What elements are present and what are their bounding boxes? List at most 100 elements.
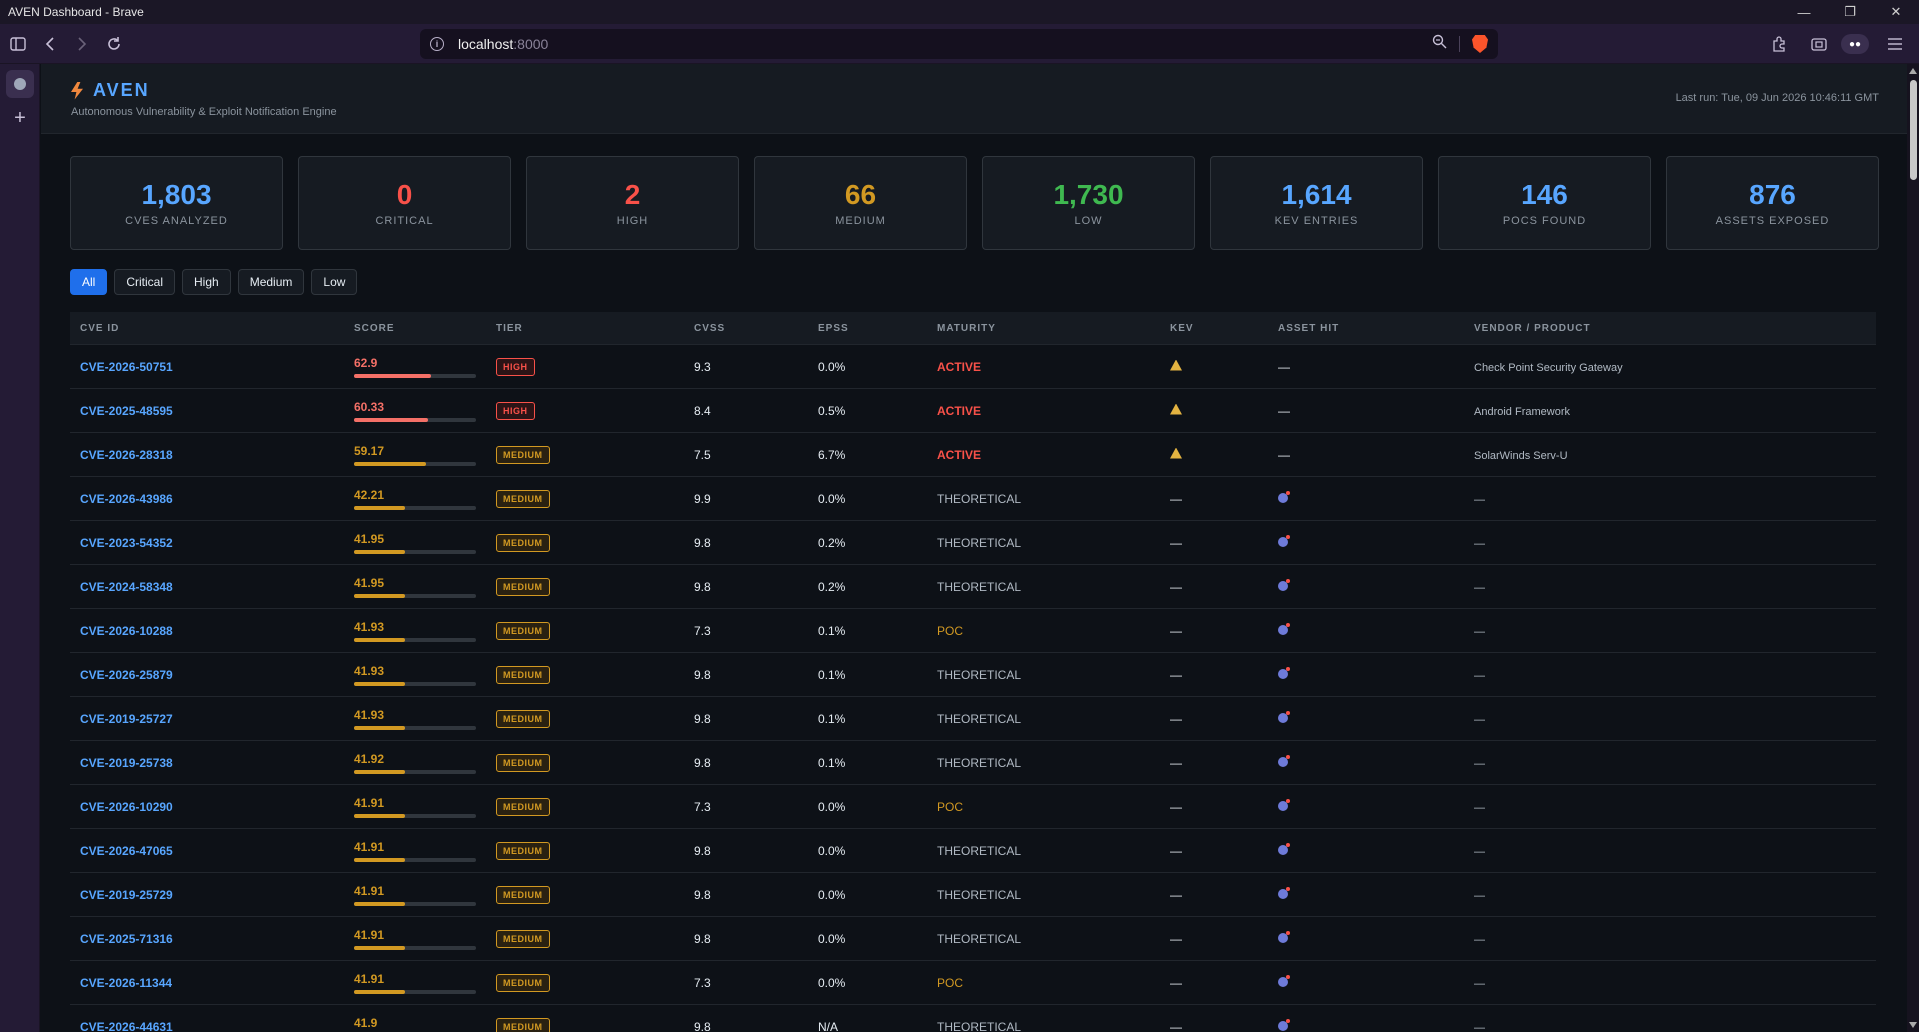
- last-run: Last run: Tue, 09 Jun 2026 10:46:11 GMT: [1675, 92, 1879, 104]
- tier-badge: MEDIUM: [496, 666, 550, 684]
- close-icon[interactable]: ✕: [1873, 0, 1919, 24]
- vertical-tab-aven[interactable]: [6, 70, 34, 98]
- cve-id-link[interactable]: CVE-2026-50751: [80, 360, 173, 374]
- table-row[interactable]: CVE-2026-25879 41.93 MEDIUM 9.8 0.1% THEORETI…: [70, 653, 1876, 697]
- restore-icon[interactable]: ❐: [1827, 0, 1873, 24]
- filter-critical-button[interactable]: Critical: [114, 269, 176, 295]
- wallet-icon[interactable]: ●●: [1841, 34, 1869, 54]
- table-row[interactable]: CVE-2026-43986 42.21 MEDIUM 9.9 0.0% THEORETI…: [70, 477, 1876, 521]
- table-row[interactable]: CVE-2019-25738 41.92 MEDIUM 9.8 0.1% THEORETI…: [70, 741, 1876, 785]
- cve-id-link[interactable]: CVE-2026-25879: [80, 668, 173, 682]
- table-row[interactable]: CVE-2026-47065 41.91 MEDIUM 9.8 0.0% THEORETI…: [70, 829, 1876, 873]
- table-row[interactable]: CVE-2025-48595 60.33 HIGH 8.4 0.5% ACTIVE — And…: [70, 389, 1876, 433]
- maturity-label: ACTIVE: [937, 403, 982, 418]
- filter-high-button[interactable]: High: [182, 269, 231, 295]
- cve-id-link[interactable]: CVE-2025-71316: [80, 932, 173, 946]
- column-header[interactable]: KEV: [1170, 323, 1278, 334]
- table-body: CVE-2026-50751 62.9 HIGH 9.3 0.0% ACTIVE — Chec…: [70, 345, 1876, 1032]
- scroll-up-icon[interactable]: [1909, 68, 1917, 74]
- cve-id-link[interactable]: CVE-2026-10290: [80, 800, 173, 814]
- cve-id-link[interactable]: CVE-2026-11344: [80, 976, 172, 990]
- column-header[interactable]: CVSS: [694, 323, 818, 334]
- table-row[interactable]: CVE-2023-54352 41.95 MEDIUM 9.8 0.2% THEORETI…: [70, 521, 1876, 565]
- cvss-value: 9.8: [694, 711, 711, 726]
- vendor-product: —: [1474, 713, 1485, 726]
- bomb-icon: [1278, 622, 1290, 635]
- menu-icon[interactable]: [1881, 30, 1909, 58]
- table-row[interactable]: CVE-2026-11344 41.91 MEDIUM 7.3 0.0% POC — —: [70, 961, 1876, 1005]
- score-bar: [354, 593, 476, 598]
- stats-row: 1,803 CVEs Analyzed 0 Critical 2 High 66 Medium…: [70, 156, 1879, 250]
- score-bar: [354, 989, 476, 994]
- table-row[interactable]: CVE-2026-44631 41.9 MEDIUM 9.8 N/A THEORETICA…: [70, 1005, 1876, 1032]
- score-value: 59.17: [354, 443, 385, 458]
- cve-id-link[interactable]: CVE-2025-48595: [80, 404, 173, 418]
- cve-id-link[interactable]: CVE-2019-25727: [80, 712, 173, 726]
- bomb-icon: [1278, 1018, 1290, 1031]
- scrollbar-thumb[interactable]: [1910, 80, 1917, 180]
- score-value: 41.93: [354, 619, 385, 634]
- brand: AVEN: [71, 80, 150, 101]
- filter-all-button[interactable]: All: [70, 269, 108, 295]
- cve-id-link[interactable]: CVE-2026-44631: [80, 1020, 173, 1032]
- tier-badge: MEDIUM: [496, 710, 550, 728]
- table-row[interactable]: CVE-2026-28318 59.17 MEDIUM 7.5 6.7% ACTIVE — S…: [70, 433, 1876, 477]
- column-header[interactable]: Asset Hit: [1278, 323, 1474, 334]
- forward-icon[interactable]: [68, 30, 96, 58]
- cve-id-link[interactable]: CVE-2026-43986: [80, 492, 173, 506]
- sidebar-toggle-icon[interactable]: [4, 30, 32, 58]
- table-row[interactable]: CVE-2026-10288 41.93 MEDIUM 7.3 0.1% POC — —: [70, 609, 1876, 653]
- url-host: localhost: [458, 36, 514, 52]
- column-header[interactable]: EPSS: [818, 323, 937, 334]
- vendor-product: Check Point Security Gateway: [1474, 361, 1623, 374]
- table-row[interactable]: CVE-2026-10290 41.91 MEDIUM 7.3 0.0% POC — —: [70, 785, 1876, 829]
- extensions-icon[interactable]: [1765, 30, 1793, 58]
- cve-id-link[interactable]: CVE-2023-54352: [80, 536, 173, 550]
- page-scrollbar[interactable]: [1907, 64, 1919, 1032]
- cve-id-link[interactable]: CVE-2026-47065: [80, 844, 173, 858]
- epss-value: 6.7%: [818, 447, 846, 462]
- table-row[interactable]: CVE-2026-50751 62.9 HIGH 9.3 0.0% ACTIVE — Chec…: [70, 345, 1876, 389]
- score-bar-fill: [354, 637, 406, 642]
- filter-low-button[interactable]: Low: [311, 269, 358, 295]
- column-header[interactable]: Score: [354, 323, 496, 334]
- cve-id-link[interactable]: CVE-2019-25729: [80, 888, 173, 902]
- tier-badge: MEDIUM: [496, 622, 550, 640]
- new-tab-icon[interactable]: +: [6, 104, 34, 132]
- epss-value: 0.2%: [818, 535, 846, 550]
- epss-value: 0.0%: [818, 359, 846, 374]
- reload-icon[interactable]: [100, 30, 128, 58]
- brave-shields-icon[interactable]: [1472, 35, 1488, 53]
- cve-id-link[interactable]: CVE-2026-10288: [80, 624, 173, 638]
- address-bar[interactable]: i localhost:8000: [420, 29, 1498, 59]
- score-bar-fill: [354, 901, 406, 906]
- column-header[interactable]: Maturity: [937, 323, 1170, 334]
- cvss-value: 7.3: [694, 975, 711, 990]
- table-row[interactable]: CVE-2019-25727 41.93 MEDIUM 9.8 0.1% THEORETI…: [70, 697, 1876, 741]
- zoom-icon[interactable]: [1432, 34, 1447, 54]
- back-icon[interactable]: [36, 30, 64, 58]
- score-bar-fill: [354, 989, 406, 994]
- table-row[interactable]: CVE-2019-25729 41.91 MEDIUM 9.8 0.0% THEORETI…: [70, 873, 1876, 917]
- score-bar: [354, 505, 476, 510]
- cve-id-link[interactable]: CVE-2019-25738: [80, 756, 173, 770]
- vendor-product: —: [1474, 625, 1485, 638]
- column-header[interactable]: Vendor / Product: [1474, 323, 1876, 334]
- site-info-icon[interactable]: i: [430, 37, 444, 51]
- url-port: :8000: [513, 36, 549, 52]
- vendor-product: —: [1474, 845, 1485, 858]
- stat-value: 1,803: [141, 179, 212, 210]
- column-header[interactable]: Tier: [496, 323, 694, 334]
- cve-id-link[interactable]: CVE-2024-58348: [80, 580, 173, 594]
- kev-empty: —: [1170, 711, 1182, 726]
- column-header[interactable]: CVE ID: [70, 323, 354, 334]
- table-row[interactable]: CVE-2024-58348 41.95 MEDIUM 9.8 0.2% THEORETI…: [70, 565, 1876, 609]
- scroll-down-icon[interactable]: [1909, 1022, 1917, 1028]
- bomb-icon: [1278, 754, 1290, 767]
- table-row[interactable]: CVE-2025-71316 41.91 MEDIUM 9.8 0.0% THEORETI…: [70, 917, 1876, 961]
- epss-value: 0.0%: [818, 887, 846, 902]
- filter-medium-button[interactable]: Medium: [237, 269, 305, 295]
- minimize-icon[interactable]: —: [1781, 0, 1827, 24]
- tab-capture-icon[interactable]: [1805, 30, 1833, 58]
- cve-id-link[interactable]: CVE-2026-28318: [80, 448, 173, 462]
